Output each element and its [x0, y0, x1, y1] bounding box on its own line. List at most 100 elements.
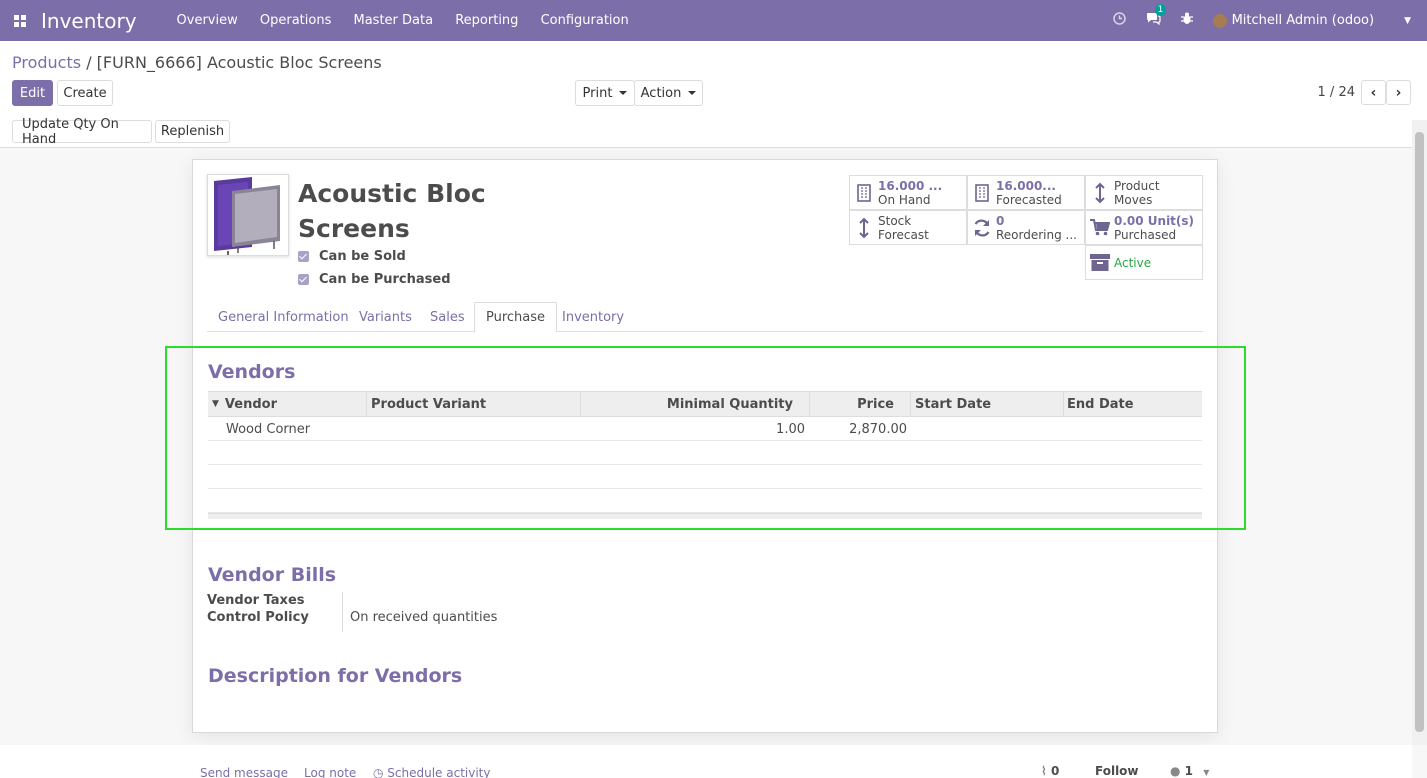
menu-operations[interactable]: Operations	[260, 13, 331, 28]
reordering-value: 0	[996, 213, 1005, 228]
schedule-activity-label: Schedule activity	[387, 766, 491, 778]
app-name[interactable]: Inventory	[41, 9, 137, 33]
pager-previous-icon[interactable]: ‹	[1361, 80, 1386, 105]
can-be-purchased-checkbox[interactable]: Can be Purchased	[298, 272, 451, 287]
can-be-sold-checkbox[interactable]: Can be Sold	[298, 249, 406, 264]
stock-forecast-line2: Forecast	[878, 227, 929, 242]
menu-reporting[interactable]: Reporting	[455, 13, 518, 28]
control-panel: Products / [FURN_6666] Acoustic Bloc Scr…	[0, 41, 1427, 148]
follow-button[interactable]: Follow	[1095, 764, 1139, 778]
purchased-label: Purchased	[1114, 227, 1177, 242]
action-dropdown[interactable]: Action	[634, 80, 703, 106]
column-vendor-label: Vendor	[224, 396, 277, 412]
purchased-button[interactable]: 0.00 Unit(s) Purchased	[1085, 210, 1203, 245]
chatter-bar: Send message Log note ◷ Schedule activit…	[0, 745, 1412, 778]
forecasted-label: Forecasted	[996, 192, 1062, 207]
tab-inventory[interactable]: Inventory	[551, 302, 635, 332]
product-moves-line2: Moves	[1114, 192, 1153, 207]
attachments-button[interactable]: ⌇ 0	[1041, 764, 1059, 778]
menu-master-data[interactable]: Master Data	[354, 13, 434, 28]
menu-configuration[interactable]: Configuration	[541, 13, 629, 28]
stock-forecast-button[interactable]: Stock Forecast	[849, 210, 967, 245]
sort-caret-icon[interactable]: ▼	[212, 399, 219, 409]
column-price[interactable]: Price	[809, 392, 910, 416]
activity-clock-icon[interactable]	[1112, 12, 1126, 29]
notebook-tabs: General Information Variants Sales Purch…	[207, 302, 1203, 333]
cell-vendor[interactable]: Wood Corner	[226, 417, 310, 441]
active-label: Active	[1114, 255, 1152, 270]
paperclip-icon: ⌇	[1041, 764, 1047, 778]
breadcrumb-current: [FURN_6666] Acoustic Bloc Screens	[96, 53, 382, 72]
vertical-arrows-icon	[1086, 182, 1114, 204]
on-hand-button[interactable]: 16.000 ... On Hand	[849, 175, 967, 210]
checkbox-checked-icon[interactable]	[298, 251, 309, 262]
product-title-line2: Screens	[298, 214, 410, 243]
forecasted-button[interactable]: 16.000... Forecasted	[967, 175, 1085, 210]
scrollbar-thumb[interactable]	[1415, 132, 1424, 732]
product-moves-button[interactable]: Product Moves	[1085, 175, 1203, 210]
building-icon	[850, 183, 878, 202]
messages-badge: 1	[1154, 4, 1167, 16]
control-policy-value[interactable]: On received quantities	[350, 610, 497, 625]
tab-variants[interactable]: Variants	[348, 302, 423, 332]
print-dropdown[interactable]: Print	[575, 80, 635, 106]
print-label: Print	[582, 85, 613, 101]
cell-price[interactable]: 2,870.00	[809, 417, 907, 441]
pager-next-icon[interactable]: ›	[1386, 80, 1411, 105]
caret-down-icon	[619, 91, 628, 95]
empty-row	[208, 489, 1202, 513]
messages-icon[interactable]: 1	[1146, 4, 1167, 29]
forecasted-value: 16.000...	[996, 178, 1056, 193]
table-row[interactable]: Wood Corner 1.00 2,870.00	[208, 417, 1202, 441]
purchased-value: 0.00 Unit(s)	[1114, 213, 1195, 228]
followers-button[interactable]: ● 1 ▼	[1170, 764, 1209, 778]
tab-sales[interactable]: Sales	[419, 302, 476, 332]
page-scrollbar[interactable]	[1412, 120, 1427, 745]
debug-bug-icon[interactable]	[1180, 12, 1193, 29]
menu-overview[interactable]: Overview	[177, 13, 238, 28]
column-product-variant[interactable]: Product Variant	[366, 392, 580, 416]
pager-value[interactable]: 1 / 24	[1318, 85, 1355, 100]
breadcrumb: Products / [FURN_6666] Acoustic Bloc Scr…	[12, 53, 382, 72]
breadcrumb-products[interactable]: Products	[12, 53, 81, 72]
breadcrumb-separator: /	[86, 53, 92, 72]
top-navbar: Inventory Overview Operations Master Dat…	[0, 0, 1427, 41]
schedule-activity-link[interactable]: ◷ Schedule activity	[373, 766, 491, 778]
tab-general-information[interactable]: General Information	[207, 302, 360, 332]
description-for-vendors-heading: Description for Vendors	[208, 665, 463, 687]
replenish-button[interactable]: Replenish	[155, 120, 230, 143]
reordering-button[interactable]: 0 Reordering ...	[967, 210, 1085, 245]
empty-row	[208, 441, 1202, 465]
control-policy-label-line: Control Policy	[207, 610, 309, 625]
update-qty-button[interactable]: Update Qty On Hand	[12, 117, 152, 147]
user-menu[interactable]: Mitchell Admin (odoo)	[1232, 13, 1375, 28]
empty-row	[208, 465, 1202, 489]
building-icon	[968, 183, 996, 202]
active-toggle-button[interactable]: Active	[1085, 245, 1203, 280]
checkbox-checked-icon[interactable]	[298, 274, 309, 285]
log-note-link[interactable]: Log note	[304, 766, 356, 778]
user-caret-icon[interactable]: ▼	[1404, 16, 1411, 26]
create-button[interactable]: Create	[57, 80, 113, 106]
column-end-date[interactable]: End Date	[1063, 392, 1202, 416]
send-message-link[interactable]: Send message	[200, 766, 288, 778]
product-image[interactable]	[207, 174, 289, 256]
apps-menu-icon[interactable]	[0, 0, 40, 41]
edit-button[interactable]: Edit	[12, 80, 53, 106]
caret-down-icon	[688, 91, 697, 95]
can-be-sold-label: Can be Sold	[319, 249, 406, 264]
vendor-taxes-label-line: Vendor Taxes	[207, 593, 305, 608]
cell-minimal-quantity[interactable]: 1.00	[580, 417, 805, 441]
vendor-bills-heading: Vendor Bills	[208, 564, 337, 586]
vendors-heading: Vendors	[208, 361, 296, 383]
product-title: Acoustic Bloc Screens	[298, 176, 486, 246]
tab-purchase[interactable]: Purchase	[474, 302, 558, 333]
column-vendor[interactable]: ▼ Vendor	[208, 392, 366, 416]
user-avatar[interactable]	[1212, 13, 1227, 28]
vertical-arrows-icon	[850, 217, 878, 239]
reordering-label: Reordering ...	[996, 227, 1077, 242]
action-label: Action	[640, 85, 682, 101]
column-start-date[interactable]: Start Date	[910, 392, 1063, 416]
main-menu: Overview Operations Master Data Reportin…	[177, 13, 647, 28]
column-minimal-quantity[interactable]: Minimal Quantity	[580, 392, 809, 416]
